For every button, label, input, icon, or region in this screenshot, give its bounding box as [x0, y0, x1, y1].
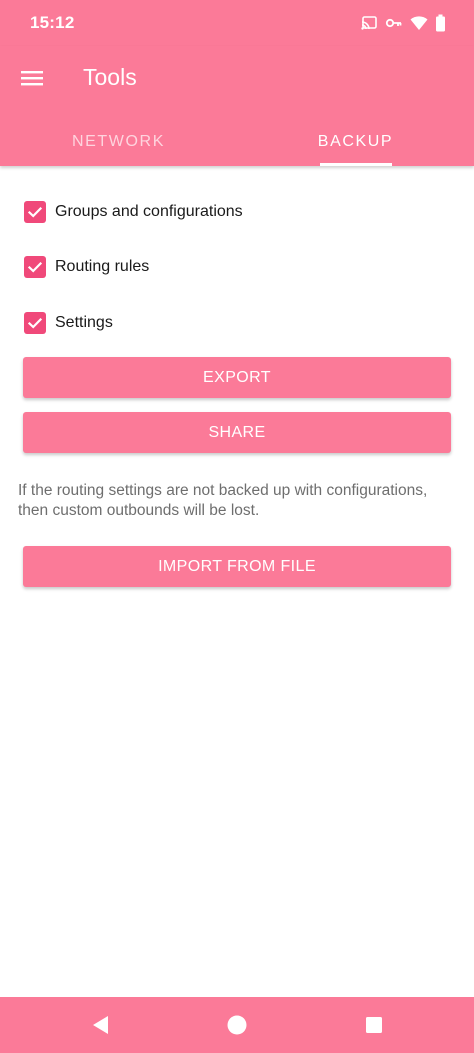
tab-indicator — [320, 163, 392, 166]
option-settings[interactable]: Settings — [24, 308, 113, 338]
tab-bar: NETWORK BACKUP — [0, 118, 474, 166]
checkbox-routing-rules[interactable] — [24, 256, 46, 278]
cast-icon — [360, 14, 378, 32]
recents-icon[interactable] — [360, 1011, 388, 1039]
battery-icon — [435, 14, 446, 32]
wifi-icon — [410, 14, 428, 32]
app-bar: Tools NETWORK BACKUP — [0, 46, 474, 166]
option-label: Settings — [55, 314, 113, 331]
screen: 15:12 Tools NETWORK BACKUP Groups and co… — [0, 0, 474, 1053]
checkmark-icon — [27, 206, 43, 218]
option-groups-and-configurations[interactable]: Groups and configurations — [24, 197, 243, 227]
status-bar: 15:12 — [0, 0, 474, 46]
status-icons — [360, 14, 446, 32]
option-routing-rules[interactable]: Routing rules — [24, 252, 149, 282]
status-time: 15:12 — [30, 13, 75, 32]
checkbox-groups-and-configurations[interactable] — [24, 201, 46, 223]
export-button[interactable]: EXPORT — [23, 357, 451, 398]
tab-network-label: NETWORK — [72, 133, 165, 150]
hamburger-menu-icon[interactable] — [12, 60, 52, 96]
checkmark-icon — [27, 261, 43, 273]
checkbox-settings[interactable] — [24, 312, 46, 334]
navigation-bar — [0, 997, 474, 1053]
home-icon[interactable] — [223, 1011, 251, 1039]
option-label: Groups and configurations — [55, 203, 243, 220]
tab-backup-label: BACKUP — [317, 133, 394, 150]
share-button[interactable]: SHARE — [23, 412, 451, 453]
import-from-file-button[interactable]: IMPORT FROM FILE — [23, 546, 451, 587]
page-title: Tools — [83, 64, 137, 90]
vpn-key-icon — [385, 14, 403, 32]
option-label: Routing rules — [55, 258, 150, 275]
checkmark-icon — [27, 317, 43, 329]
backup-info-text: If the routing settings are not backed u… — [18, 482, 428, 519]
back-icon[interactable] — [86, 1011, 114, 1039]
tab-network[interactable]: NETWORK — [0, 118, 237, 166]
tab-backup[interactable]: BACKUP — [237, 118, 474, 166]
